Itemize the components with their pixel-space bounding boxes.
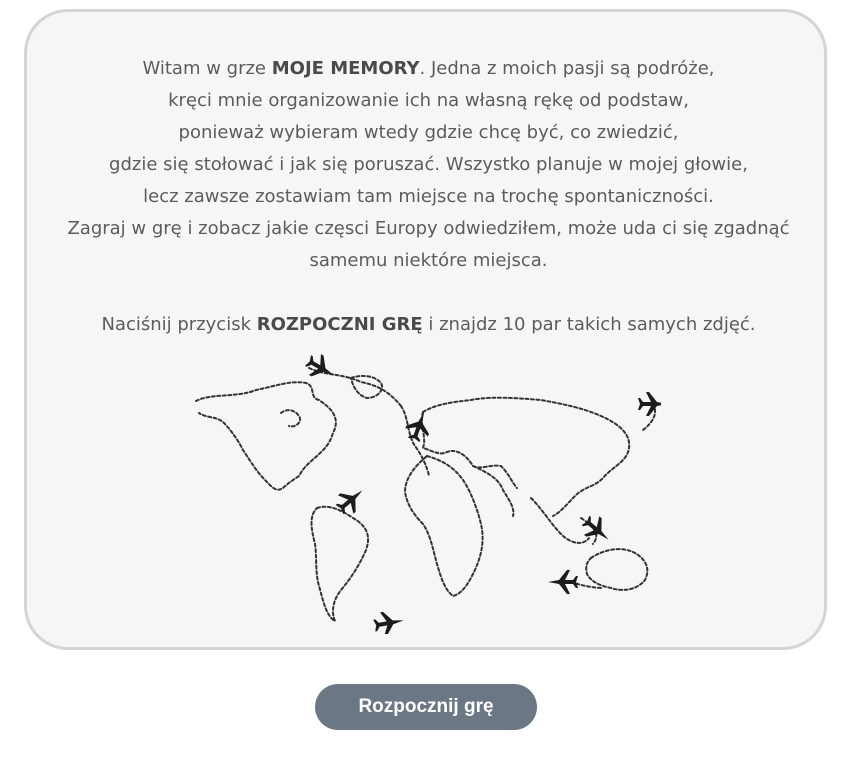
instruction-line: Naciśnij przycisk ROZPOCZNI GRĘ i znajdz… — [27, 309, 830, 341]
intro-line-5: lecz zawsze zostawiam tam miejsce na tro… — [143, 186, 714, 207]
world-map-image — [195, 350, 661, 634]
start-game-button[interactable]: Rozpocznij grę — [315, 684, 537, 730]
instruction-prefix: Naciśnij przycisk — [101, 314, 257, 335]
intro-line-3: ponieważ wybieram wtedy gdzie chcę być, … — [178, 122, 679, 143]
airplane-icons — [302, 350, 661, 634]
intro-text: Witam w grze MOJE MEMORY. Jedna z moich … — [27, 53, 830, 341]
intro-line-1: Witam w grze MOJE MEMORY. Jedna z moich … — [27, 53, 830, 85]
instruction-suffix: i znajdz 10 par takich samych zdjęć. — [422, 314, 756, 335]
intro-line-6: Zagraj w grę i zobacz jakie częsci Europ… — [67, 218, 790, 239]
instruction-button-name: ROZPOCZNI GRĘ — [256, 314, 423, 335]
welcome-card: Witam w grze MOJE MEMORY. Jedna z moich … — [24, 9, 827, 650]
intro-line-2: kręci mnie organizowanie ich na własną r… — [168, 90, 689, 111]
intro-line-7: samemu niektóre miejsca. — [309, 250, 548, 271]
intro-suffix: . Jedna z moich pasji są podróże, — [419, 58, 715, 79]
intro-prefix: Witam w grze — [142, 58, 272, 79]
intro-line-4: gdzie się stołować i jak się poruszać. W… — [109, 154, 748, 175]
dashed-routes — [195, 367, 657, 624]
game-name: MOJE MEMORY — [271, 58, 420, 79]
